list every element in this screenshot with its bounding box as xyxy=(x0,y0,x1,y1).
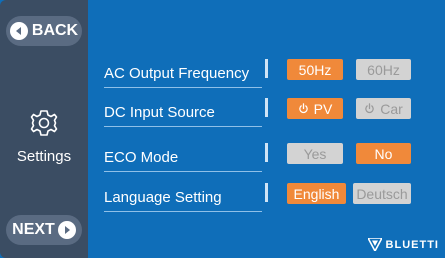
setting-label: Language Setting xyxy=(104,189,222,206)
setting-label: ECO Mode xyxy=(104,149,179,166)
option-english-button[interactable]: English xyxy=(287,183,346,204)
row-underline xyxy=(104,211,262,212)
power-icon xyxy=(365,103,375,114)
power-icon xyxy=(298,103,308,114)
setting-row-eco-mode: ECO Mode Yes No xyxy=(104,142,429,172)
setting-label: AC Output Frequency xyxy=(104,65,250,82)
option-label: PV xyxy=(313,100,333,117)
back-button-label: BACK xyxy=(31,22,79,39)
next-button-label: NEXT xyxy=(12,221,55,238)
option-label: Deutsch xyxy=(356,185,408,202)
row-divider xyxy=(265,143,268,162)
option-label: No xyxy=(374,145,393,162)
row-underline xyxy=(104,87,262,88)
option-pv-button[interactable]: PV xyxy=(287,98,343,119)
back-button[interactable]: BACK xyxy=(6,16,82,46)
option-deutsch-button[interactable]: Deutsch xyxy=(353,183,411,204)
option-car-button[interactable]: Car xyxy=(356,98,411,119)
brand-name: BLUETTI xyxy=(385,238,439,251)
settings-screen: BACK Settings NEXT AC Output Frequency 5… xyxy=(0,0,445,258)
back-arrow-icon xyxy=(9,22,28,40)
row-divider xyxy=(265,59,268,78)
setting-row-dc-input-source: DC Input Source PV Car xyxy=(104,97,429,127)
option-label: Car xyxy=(380,100,403,117)
settings-label: Settings xyxy=(16,148,72,165)
setting-row-ac-output-frequency: AC Output Frequency 50Hz 60Hz xyxy=(104,58,429,88)
next-button[interactable]: NEXT xyxy=(6,215,82,245)
setting-row-language: Language Setting English Deutsch xyxy=(104,182,429,212)
row-underline xyxy=(104,171,262,172)
option-label: English xyxy=(293,185,340,202)
option-no-button[interactable]: No xyxy=(356,143,411,164)
option-50hz-button[interactable]: 50Hz xyxy=(287,59,343,80)
setting-label: DC Input Source xyxy=(104,104,215,121)
option-60hz-button[interactable]: 60Hz xyxy=(356,59,411,80)
sidebar: BACK Settings NEXT xyxy=(0,0,88,258)
bluetti-logo-icon xyxy=(367,238,382,251)
row-divider xyxy=(265,98,268,117)
gear-icon xyxy=(29,108,59,143)
brand-logo: BLUETTI xyxy=(367,238,439,251)
next-arrow-icon xyxy=(57,221,76,239)
option-yes-button[interactable]: Yes xyxy=(287,143,343,164)
option-label: 60Hz xyxy=(367,61,400,78)
settings-nav-item[interactable]: Settings xyxy=(0,108,88,165)
row-divider xyxy=(265,183,268,202)
row-underline xyxy=(104,126,262,127)
option-label: 50Hz xyxy=(298,61,332,78)
option-label: Yes xyxy=(303,145,327,162)
